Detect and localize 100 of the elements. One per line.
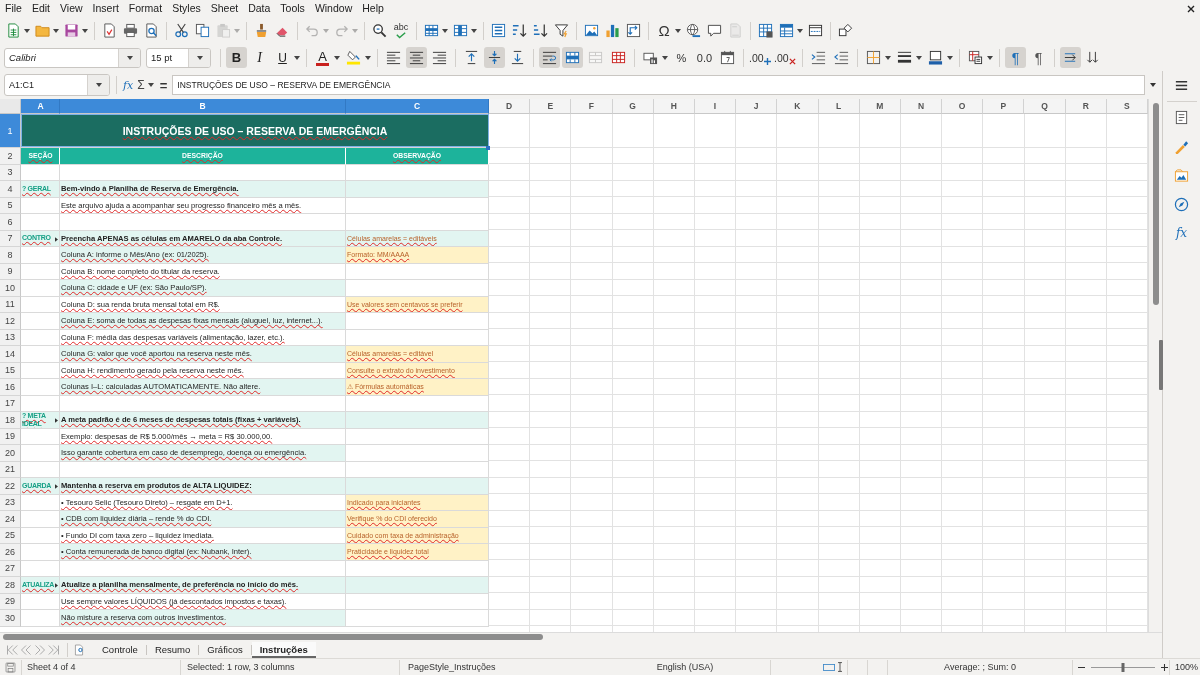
font-size-field[interactable]: 15 pt	[146, 47, 211, 68]
menu-item[interactable]: File	[0, 2, 27, 15]
caret-icon[interactable]	[947, 55, 953, 60]
dropdown-button[interactable]	[118, 48, 140, 67]
menu-item[interactable]: Data	[243, 2, 276, 15]
find-replace-icon[interactable]	[372, 23, 387, 38]
menu-item[interactable]: Styles	[167, 2, 206, 15]
row-header[interactable]: 10	[0, 280, 21, 297]
column-header[interactable]: B	[60, 99, 346, 114]
sheet-tab[interactable]: Gráficos	[199, 641, 251, 658]
caret-icon[interactable]	[294, 55, 300, 60]
sum-button[interactable]: Σ	[137, 78, 145, 92]
functions-button[interactable]: fx	[1175, 226, 1188, 240]
merge-center-button[interactable]	[562, 47, 583, 68]
zoom-level[interactable]: 100%	[1175, 662, 1199, 672]
caret-icon[interactable]	[797, 28, 803, 33]
paintbrush-icon[interactable]	[254, 23, 269, 38]
column-header[interactable]: F	[571, 99, 613, 114]
column-header[interactable]: Q	[1024, 99, 1066, 114]
shapes-icon[interactable]	[838, 23, 853, 38]
row-header[interactable]: 20	[0, 445, 21, 462]
caret-icon[interactable]	[987, 55, 993, 60]
print-area-icon[interactable]	[758, 23, 773, 38]
italic-button[interactable]: I	[249, 47, 270, 68]
vertical-scrollbar[interactable]	[1148, 99, 1162, 632]
dropdown-button[interactable]	[87, 75, 109, 95]
standard-format-button[interactable]: 0.0	[694, 47, 715, 68]
caret-icon[interactable]	[662, 55, 668, 60]
horizontal-scrollbar[interactable]	[0, 632, 1162, 641]
row-header[interactable]: 12	[0, 313, 21, 330]
percent-button[interactable]: %	[671, 47, 692, 68]
print-preview-icon[interactable]	[144, 23, 159, 38]
document-status-icon[interactable]	[5, 661, 16, 673]
font-name-field[interactable]: Calibri	[4, 47, 141, 68]
row-header[interactable]: 1	[0, 114, 21, 148]
caret-icon[interactable]	[24, 28, 30, 33]
align-center-button[interactable]	[406, 47, 427, 68]
compass-icon[interactable]	[1174, 197, 1189, 212]
column-header[interactable]: E	[530, 99, 572, 114]
dropdown-button[interactable]	[188, 48, 210, 67]
function-wizard-button[interactable]: fx	[123, 78, 134, 92]
sidebar-handle[interactable]	[1159, 340, 1163, 390]
scissors-icon[interactable]	[174, 23, 189, 38]
sort-icon[interactable]	[491, 23, 506, 38]
row-header[interactable]: 18	[0, 412, 21, 429]
freeze-rows-icon[interactable]	[779, 23, 794, 38]
column-header[interactable]: M	[859, 99, 901, 114]
menu-item[interactable]: Help	[357, 2, 389, 15]
row-header[interactable]: 14	[0, 346, 21, 363]
row-header[interactable]: 4	[0, 181, 21, 198]
sort-ascending-icon[interactable]	[512, 23, 527, 38]
caret-icon[interactable]	[82, 28, 88, 33]
caret-icon[interactable]	[365, 55, 371, 60]
column-header[interactable]: G	[612, 99, 654, 114]
menu-item[interactable]: Format	[123, 2, 168, 15]
comment-icon[interactable]	[707, 23, 722, 38]
print-icon[interactable]	[123, 23, 138, 38]
formula-input[interactable]: INSTRUÇÕES DE USO – RESERVA DE EMERGÊNCIA	[172, 75, 1145, 95]
menu-item[interactable]: Sheet	[205, 2, 244, 15]
sheet-tab[interactable]: Controle	[94, 641, 146, 658]
selection-mode-icon[interactable]	[823, 663, 835, 671]
spellcheck-button[interactable]: abc	[392, 20, 410, 41]
table-column-icon[interactable]	[453, 23, 468, 38]
column-header[interactable]: I	[694, 99, 737, 114]
menu-item[interactable]: Insert	[87, 2, 124, 15]
hyperlink-icon[interactable]	[686, 23, 701, 38]
text-horizontal-button[interactable]	[1060, 47, 1081, 68]
column-header[interactable]: A	[21, 99, 60, 114]
column-header[interactable]: R	[1065, 99, 1107, 114]
add-sheet-icon[interactable]	[74, 643, 84, 656]
column-header[interactable]: O	[942, 99, 984, 114]
pivot-table-icon[interactable]	[626, 23, 641, 38]
left-to-right-button[interactable]: ¶	[1005, 47, 1026, 68]
caret-icon[interactable]	[442, 28, 448, 33]
scrollbar-thumb[interactable]	[3, 634, 543, 640]
funnel-icon[interactable]	[554, 23, 569, 38]
add-decimal-button[interactable]: .00	[749, 47, 772, 68]
properties-icon[interactable]	[1174, 110, 1189, 125]
column-header[interactable]: J	[736, 99, 778, 114]
brush-icon[interactable]	[1174, 139, 1189, 154]
language[interactable]: English (USA)	[656, 662, 714, 672]
row-header[interactable]: 22	[0, 478, 21, 495]
split-window-icon[interactable]	[808, 23, 823, 38]
column-header[interactable]: L	[818, 99, 860, 114]
row-header[interactable]: 16	[0, 379, 21, 396]
right-to-left-button[interactable]: ¶	[1028, 47, 1049, 68]
image-icon[interactable]	[584, 23, 599, 38]
caret-icon[interactable]	[885, 55, 891, 60]
menu-item[interactable]: View	[55, 2, 88, 15]
zoom-in-icon[interactable]	[1161, 663, 1168, 671]
caret-icon[interactable]	[1150, 83, 1156, 87]
save-icon[interactable]	[64, 23, 79, 38]
special-character-button[interactable]: Ω	[655, 20, 673, 41]
copy-icon[interactable]	[195, 23, 210, 38]
caret-icon[interactable]	[53, 28, 59, 33]
align-middle-button[interactable]	[484, 47, 505, 68]
row-header[interactable]: 8	[0, 247, 21, 264]
skip-start-icon[interactable]	[6, 643, 18, 656]
fill-handle[interactable]	[486, 146, 490, 150]
column-header[interactable]: P	[983, 99, 1025, 114]
